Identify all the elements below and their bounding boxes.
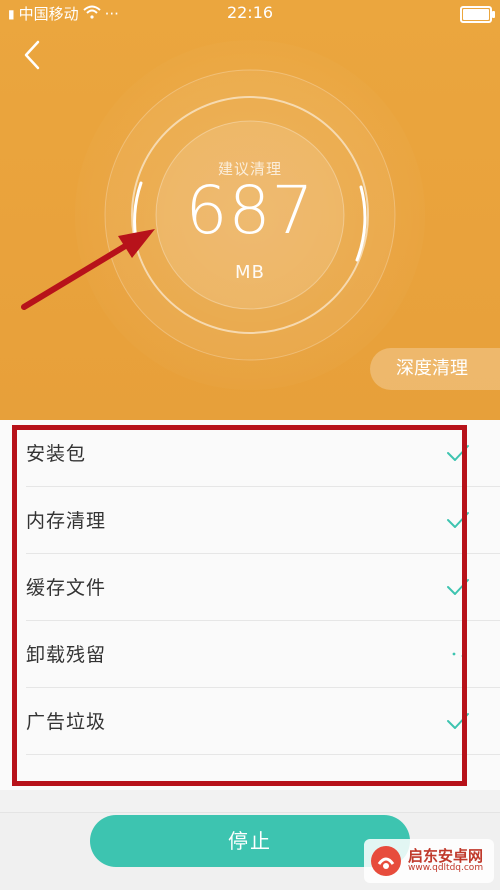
list-item-label: 内存清理 bbox=[26, 510, 107, 532]
list-item[interactable]: 广告垃圾 bbox=[0, 688, 500, 755]
watermark-url: www.qdltdq.com bbox=[408, 863, 484, 874]
stop-button[interactable]: 停止 bbox=[90, 815, 410, 867]
list-item-label: 缓存文件 bbox=[26, 577, 107, 599]
logo-icon bbox=[371, 846, 401, 876]
list-item[interactable]: 安装包 bbox=[0, 420, 500, 487]
list-item-label: 卸载残留 bbox=[26, 644, 107, 666]
list-item[interactable]: 缓存文件 bbox=[0, 554, 500, 621]
list-item-label: 广告垃圾 bbox=[26, 711, 107, 733]
cleaner-header: ▮ 中国移动 ··· 22:16 建议清理 687 MB 深度清理 bbox=[0, 0, 500, 420]
deep-clean-button[interactable]: 深度清理 bbox=[370, 348, 500, 390]
watermark-name: 启东安卓网 bbox=[408, 846, 484, 865]
scanning-spinner-icon bbox=[452, 652, 465, 658]
list-item-label: 安装包 bbox=[26, 443, 87, 465]
check-icon bbox=[447, 713, 469, 729]
watermark: 启东安卓网 www.qdltdq.com bbox=[364, 839, 494, 883]
list-item[interactable]: 内存清理 bbox=[0, 487, 500, 554]
check-icon bbox=[447, 512, 469, 528]
check-icon bbox=[447, 579, 469, 595]
check-icon bbox=[447, 445, 469, 461]
list-item[interactable]: 卸载残留 bbox=[0, 621, 500, 688]
scan-item-list: 安装包 内存清理 缓存文件 卸载残留 广告垃圾 bbox=[0, 420, 500, 790]
